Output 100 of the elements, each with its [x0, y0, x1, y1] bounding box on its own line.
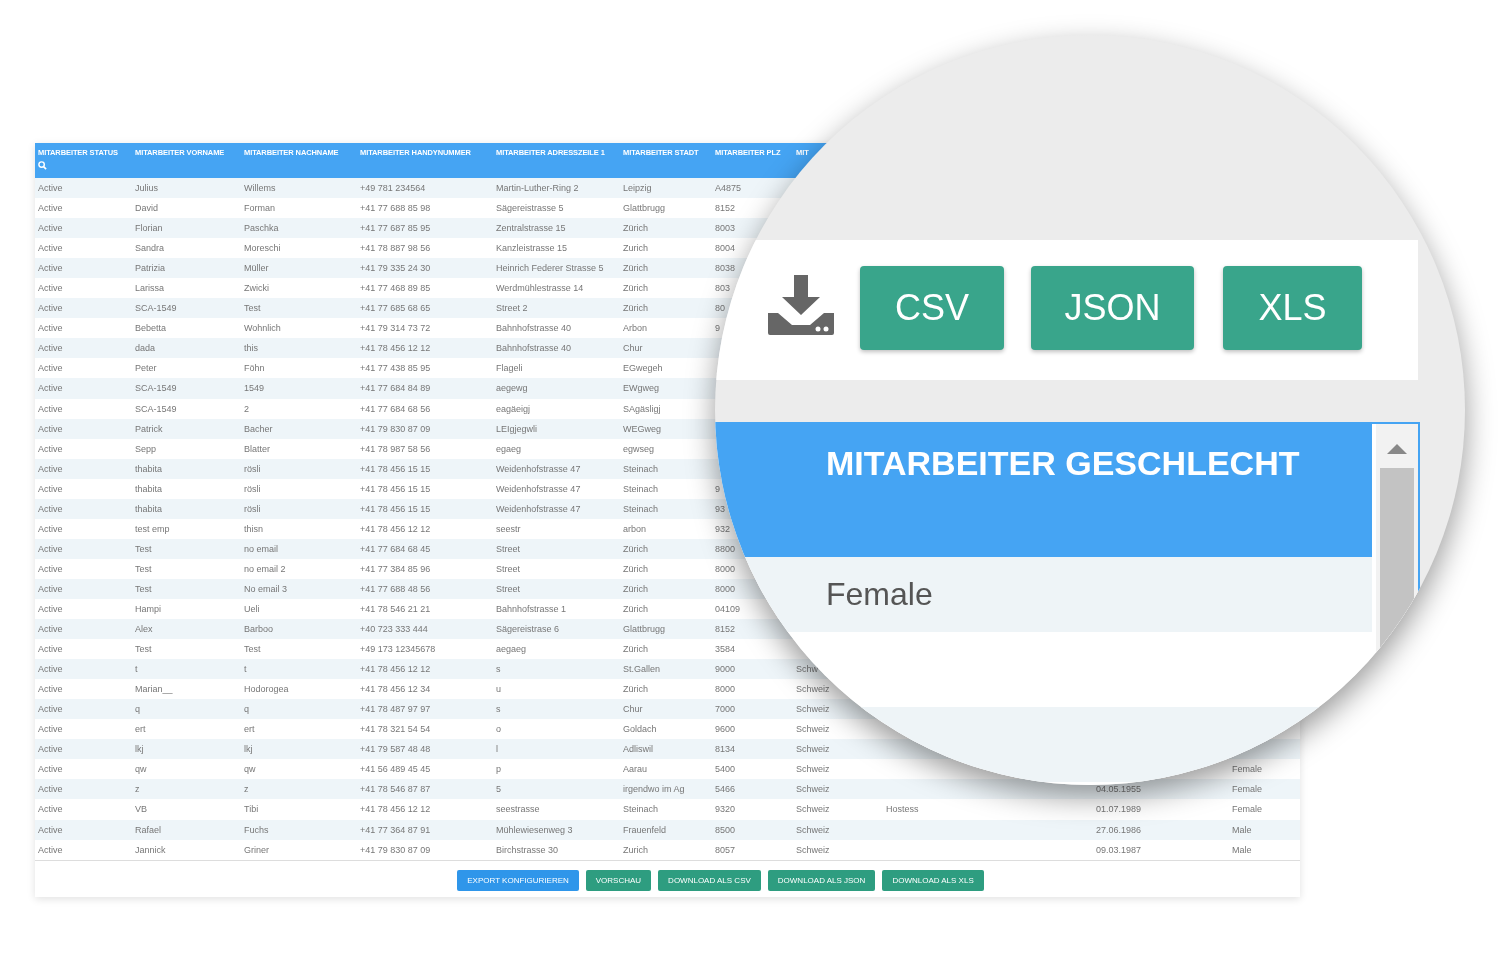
table-cell: Active [38, 644, 63, 655]
table-cell: Schweiz [796, 744, 830, 755]
table-cell: thabita [135, 483, 163, 494]
table-cell: Test [135, 543, 152, 554]
table-cell: Male [1232, 824, 1252, 835]
table-cell: Active [38, 824, 63, 835]
table-cell: Active [38, 323, 63, 334]
table-cell: Steinach [623, 503, 659, 514]
table-cell: Active [38, 704, 63, 715]
table-cell: lkj [135, 744, 144, 755]
table-cell: St.Gallen [623, 664, 661, 675]
table-cell: thabita [135, 463, 163, 474]
table-cell: 9 [715, 483, 720, 494]
table-cell: +41 79 335 24 30 [360, 263, 431, 274]
table-cell: +41 78 456 15 15 [360, 483, 431, 494]
table-cell: Test [135, 563, 152, 574]
table-cell: Active [38, 503, 63, 514]
table-cell: 8004 [715, 243, 736, 254]
table-cell: 8500 [715, 824, 736, 835]
table-cell: Glattbrugg [623, 203, 666, 214]
table-cell: thabita [135, 503, 163, 514]
export-button[interactable]: XLS [1223, 266, 1362, 350]
table-cell: Zürich [623, 263, 648, 274]
table-cell: 803 [715, 283, 731, 294]
table-cell: t [135, 664, 138, 675]
table-cell: +41 77 685 68 65 [360, 303, 431, 314]
table-cell: Active [38, 383, 63, 394]
table-cell: Willems [244, 183, 276, 193]
export-button[interactable]: DOWNLOAD ALS CSV [658, 869, 761, 891]
table-cell: seestr [496, 523, 521, 534]
export-button[interactable]: DOWNLOAD ALS XLS [882, 869, 984, 891]
table-cell: Schweiz [796, 844, 830, 855]
table-cell: Street [496, 563, 520, 574]
table-cell: 80 [715, 303, 725, 314]
table-cell: Aarau [623, 764, 648, 775]
scroll-up-icon[interactable] [1387, 444, 1407, 454]
table-cell: +41 79 830 87 09 [360, 423, 431, 434]
table-cell: t [244, 664, 247, 675]
table-cell: Zürich [623, 223, 648, 234]
table-cell: Weidenhofstrasse 47 [496, 483, 581, 494]
table-cell: Zürich [623, 283, 648, 294]
table-cell: SCA-1549 [135, 403, 177, 414]
table-cell: No email 3 [244, 583, 288, 594]
table-cell: 8152 [715, 203, 736, 214]
table-cell: +49 173 12345678 [360, 644, 436, 655]
table-cell: Birchstrasse 30 [496, 844, 559, 855]
table-cell: Female [1232, 804, 1262, 815]
table-cell: Hampi [135, 604, 161, 614]
download-icon[interactable] [768, 275, 834, 335]
table-cell: Ueli [244, 604, 260, 614]
export-button[interactable]: DOWNLOAD ALS JSON [767, 869, 876, 891]
table-cell: Arbon [623, 323, 648, 334]
search-icon[interactable] [38, 161, 47, 170]
table-cell: z [135, 784, 140, 795]
table-cell: 8000 [715, 563, 736, 574]
table-cell: Schweiz [796, 684, 830, 695]
export-button[interactable]: JSON [1031, 266, 1194, 350]
table-cell: Active [38, 303, 63, 314]
table-cell: +41 78 321 54 54 [360, 724, 431, 735]
table-cell: 8000 [715, 684, 736, 695]
table-cell: Leipzig [623, 183, 652, 193]
table-cell: Steinach [623, 804, 659, 815]
table-cell: thisn [244, 523, 263, 534]
table-cell: aegaeg [496, 644, 527, 655]
table-cell: Paschka [244, 223, 279, 234]
table-cell: +41 79 314 73 72 [360, 323, 431, 334]
table-cell: Active [38, 483, 63, 494]
table-cell: Active [38, 243, 63, 254]
table-cell: Griner [244, 844, 269, 855]
table-cell: s [496, 704, 501, 715]
table-cell: q [244, 704, 249, 715]
list-item[interactable]: Female [826, 576, 933, 613]
table-cell: Sägereistrasse 5 [496, 203, 564, 214]
table-cell: 5 [496, 784, 501, 795]
export-button[interactable]: EXPORT KONFIGURIEREN [457, 869, 579, 891]
table-cell: Zwicki [244, 283, 269, 294]
table-cell: Chur [623, 704, 643, 715]
table-cell: dada [135, 343, 156, 354]
table-cell: Julius [135, 183, 158, 193]
table-cell: Active [38, 724, 63, 735]
table-cell: no email 2 [244, 563, 286, 574]
table-cell: u [496, 684, 501, 695]
table-cell: 04109 [715, 604, 741, 614]
table-cell: +41 77 688 48 56 [360, 583, 431, 594]
table-cell: o [496, 724, 501, 735]
table-cell: q [135, 704, 140, 715]
table-cell: Zurich [623, 844, 648, 855]
table-cell: p [496, 764, 501, 775]
table-cell: Active [38, 664, 63, 675]
table-cell: +41 78 546 21 21 [360, 604, 431, 614]
table-cell: Street [496, 583, 520, 594]
table-cell: Frauenfeld [623, 824, 667, 835]
table-cell: Werdmühlestrasse 14 [496, 283, 584, 294]
table-cell: +41 78 456 15 15 [360, 503, 431, 514]
export-button[interactable]: CSV [860, 266, 1004, 350]
table-cell: Active [38, 583, 63, 594]
table-cell: EGwegeh [623, 363, 663, 374]
table-cell: EWgweg [623, 383, 659, 394]
table-cell: Marian__ [135, 684, 173, 695]
export-button[interactable]: VORSCHAU [585, 869, 652, 891]
